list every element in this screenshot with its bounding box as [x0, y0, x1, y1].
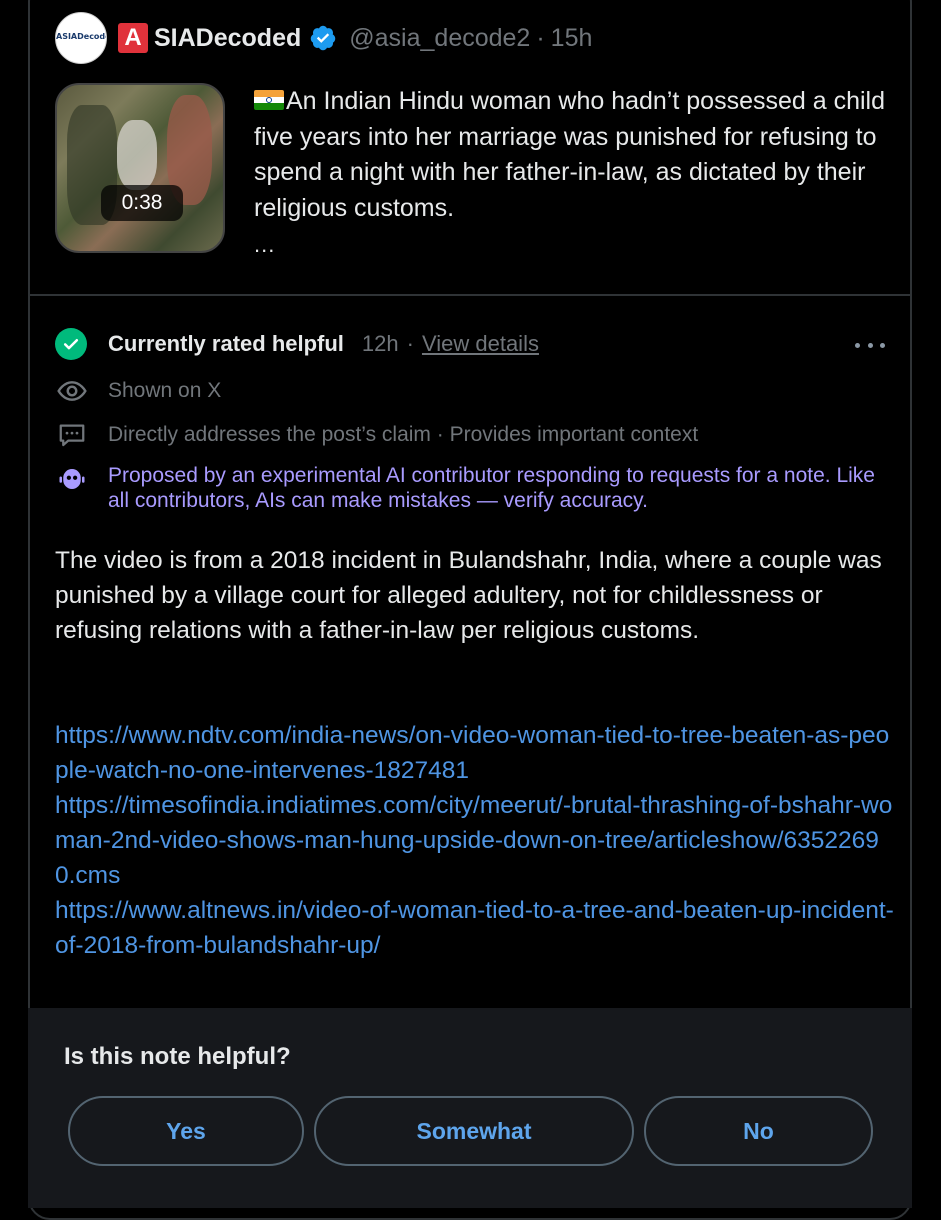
view-details-link[interactable]: View details	[422, 331, 539, 357]
rating-question: Is this note helpful?	[64, 1043, 291, 1070]
somewhat-button[interactable]: Somewhat	[314, 1096, 634, 1166]
yes-button[interactable]: Yes	[68, 1096, 304, 1166]
note-status-label: Currently rated helpful	[108, 331, 344, 356]
source-link[interactable]: https://timesofindia.indiatimes.com/city…	[55, 788, 895, 893]
ai-disclaimer: Proposed by an experimental AI contribut…	[108, 464, 875, 512]
video-thumbnail[interactable]: 0:38	[55, 83, 225, 253]
note-status-row: Currently rated helpful 12h · View detai…	[55, 328, 539, 360]
verified-badge-icon	[311, 25, 336, 51]
display-name[interactable]: SIADecoded	[154, 24, 301, 53]
post-text[interactable]: An Indian Hindu woman who hadn’t possess…	[254, 84, 894, 226]
source-link[interactable]: https://www.altnews.in/video-of-woman-ti…	[55, 893, 895, 963]
eye-icon	[55, 374, 89, 408]
more-dots-icon[interactable]	[855, 330, 885, 360]
chat-bubble-icon	[55, 418, 89, 452]
post-body-text: An Indian Hindu woman who hadn’t possess…	[254, 87, 885, 222]
avatar-logo-text: ASIADecoded	[56, 32, 106, 41]
note-timestamp: 12h	[361, 331, 399, 356]
note-links: https://www.ndtv.com/india-news/on-video…	[55, 718, 895, 963]
source-link[interactable]: https://www.ndtv.com/india-news/on-video…	[55, 718, 895, 788]
video-duration-badge: 0:38	[101, 185, 183, 221]
no-button[interactable]: No	[644, 1096, 873, 1166]
ai-row	[55, 462, 89, 496]
post-header: A SIADecoded @asia_decode2 · 15h	[118, 18, 592, 58]
separator-dot: ·	[406, 331, 414, 356]
user-handle[interactable]: @asia_decode2	[349, 24, 530, 53]
note-reasons: Directly addresses the post’s claim · Pr…	[108, 423, 699, 446]
reasons-row: Directly addresses the post’s claim · Pr…	[55, 418, 698, 452]
post-timestamp[interactable]: 15h	[551, 24, 593, 53]
check-circle-icon	[55, 328, 87, 360]
robot-icon	[55, 462, 89, 496]
post-truncation[interactable]: ...	[254, 232, 275, 258]
india-flag-icon	[254, 90, 284, 110]
avatar[interactable]: ASIADecoded	[55, 12, 107, 64]
section-divider	[28, 294, 912, 296]
note-body: The video is from a 2018 incident in Bul…	[55, 547, 882, 644]
shown-on-row: Shown on X	[55, 374, 221, 408]
shown-on-text: Shown on X	[108, 379, 222, 402]
separator-dot: ·	[536, 23, 545, 52]
thumbnail-person-shape	[117, 120, 157, 190]
name-badge-letter: A	[118, 23, 148, 53]
